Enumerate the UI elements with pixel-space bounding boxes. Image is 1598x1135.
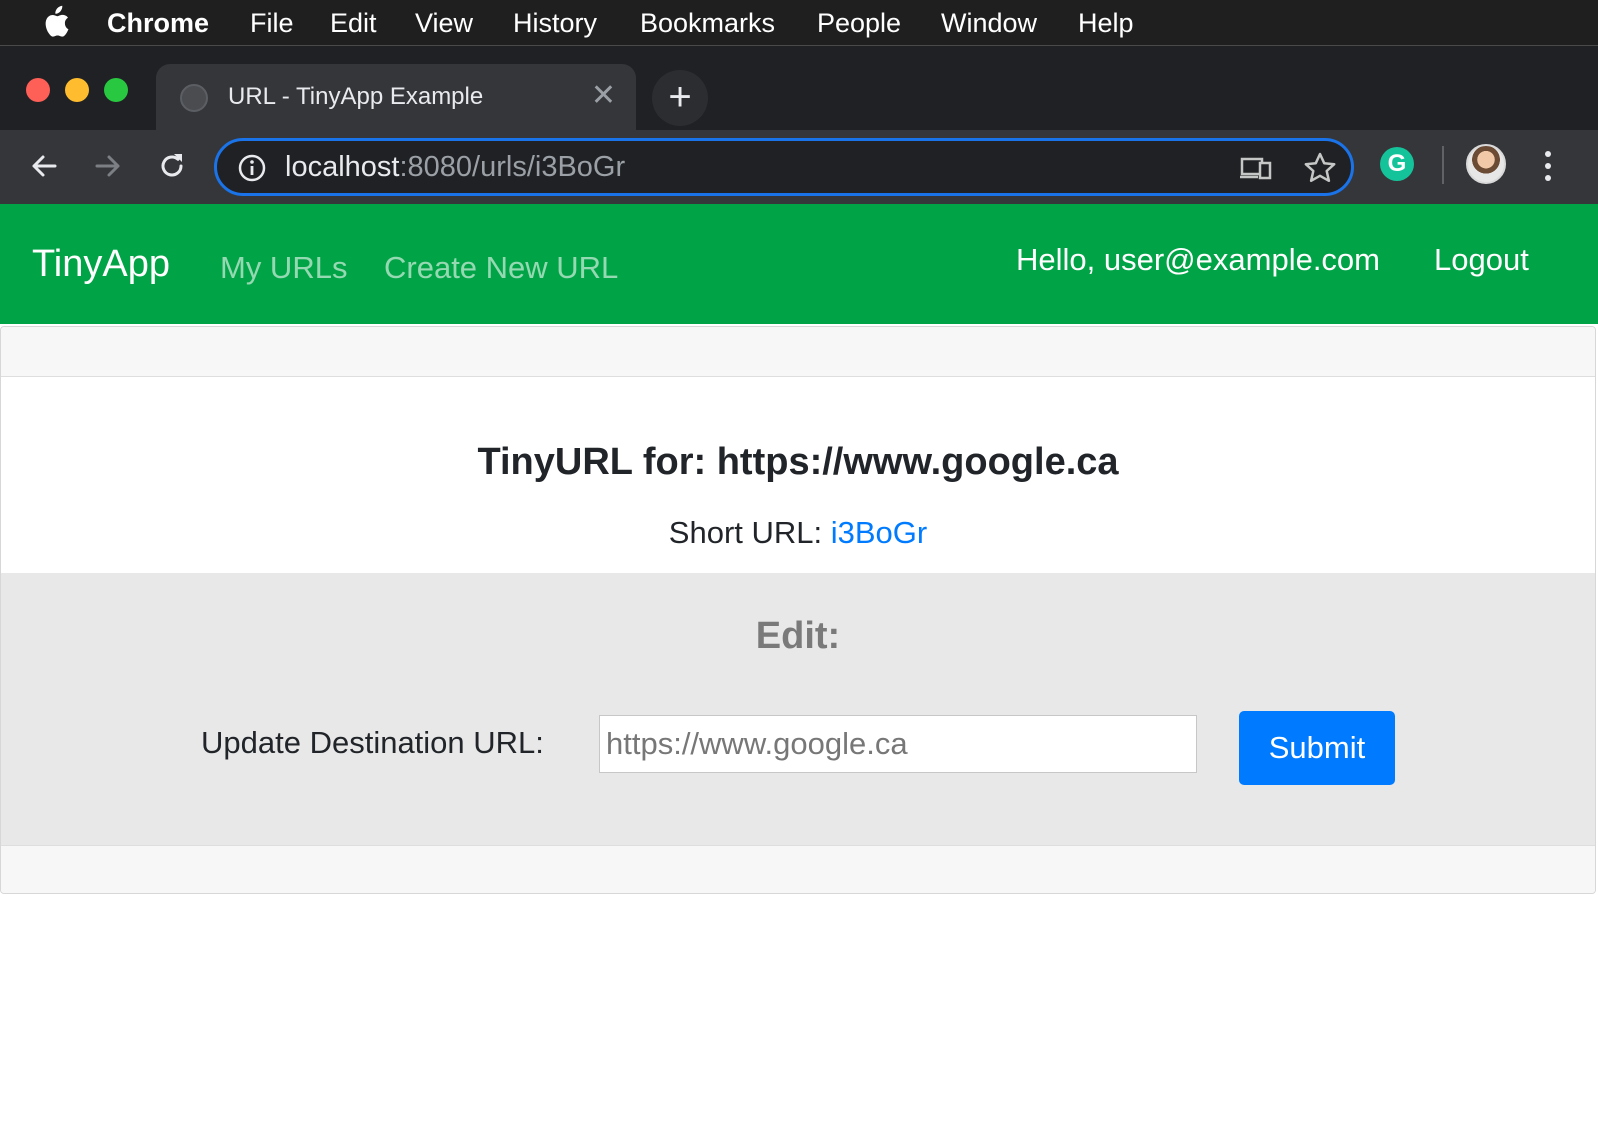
apple-icon[interactable]	[40, 5, 70, 39]
card-footer	[1, 845, 1595, 893]
short-url-line: Short URL: i3BoGr	[1, 513, 1595, 553]
grammarly-extension-icon[interactable]: G	[1380, 147, 1414, 181]
logout-link[interactable]: Logout	[1434, 240, 1529, 280]
new-tab-button[interactable]: +	[652, 70, 708, 126]
globe-icon	[180, 84, 208, 112]
reload-icon	[161, 154, 183, 177]
browser-window: URL - TinyApp Example ✕ + localhost:8080…	[0, 45, 1598, 1135]
address-path: :8080/urls/i3BoGr	[399, 151, 626, 183]
reload-button[interactable]	[150, 144, 194, 188]
menu-view[interactable]: View	[415, 6, 473, 40]
edit-section: Edit: Update Destination URL: Submit	[1, 573, 1595, 845]
submit-button[interactable]: Submit	[1239, 711, 1395, 785]
update-url-label: Update Destination URL:	[201, 725, 544, 760]
tab-title: URL - TinyApp Example	[228, 83, 484, 110]
browser-toolbar: localhost:8080/urls/i3BoGr G	[0, 130, 1598, 204]
user-greeting: Hello, user@example.com	[1016, 242, 1380, 277]
edit-heading: Edit:	[755, 615, 841, 657]
short-url-label: Short URL:	[668, 515, 831, 550]
info-icon[interactable]	[237, 153, 267, 183]
menu-people[interactable]: People	[817, 6, 901, 40]
menu-bookmarks[interactable]: Bookmarks	[640, 6, 775, 40]
active-tab[interactable]: URL - TinyApp Example ✕	[156, 64, 636, 130]
card-title: TinyURL for: https://www.google.ca	[477, 441, 1119, 483]
long-url-input[interactable]	[599, 715, 1197, 773]
nav-create-new-url[interactable]: Create New URL	[384, 248, 618, 288]
devices-icon[interactable]	[1239, 153, 1273, 183]
menu-file[interactable]: File	[250, 6, 294, 40]
short-url-link[interactable]: i3BoGr	[831, 515, 927, 550]
url-card: TinyURL for: https://www.google.ca Short…	[0, 326, 1596, 894]
nav-my-urls[interactable]: My URLs	[220, 248, 347, 288]
profile-avatar[interactable]	[1466, 144, 1506, 184]
site-navbar: TinyApp My URLs Create New URL Hello, us…	[0, 204, 1598, 324]
menu-help[interactable]: Help	[1078, 6, 1134, 40]
back-button[interactable]	[22, 144, 66, 188]
tab-strip: URL - TinyApp Example ✕ +	[0, 46, 1598, 130]
toolbar-divider	[1442, 146, 1444, 184]
arrow-left-icon	[32, 155, 57, 177]
more-menu-icon[interactable]	[1536, 146, 1560, 186]
macos-menu-bar: Chrome File Edit View History Bookmarks …	[0, 0, 1598, 45]
card-header	[1, 327, 1595, 377]
address-bar[interactable]: localhost:8080/urls/i3BoGr	[214, 138, 1354, 196]
arrow-right-icon	[95, 155, 120, 177]
brand-link[interactable]: TinyApp	[32, 240, 170, 288]
address-host: localhost	[285, 151, 400, 183]
close-window-button[interactable]	[26, 78, 50, 102]
address-url: localhost:8080/urls/i3BoGr	[285, 149, 625, 185]
tab-close-icon[interactable]: ✕	[591, 78, 616, 114]
menu-edit[interactable]: Edit	[330, 6, 377, 40]
menu-app-name[interactable]: Chrome	[107, 6, 209, 40]
page-content: TinyApp My URLs Create New URL Hello, us…	[0, 204, 1598, 1135]
minimize-window-button[interactable]	[65, 78, 89, 102]
menu-history[interactable]: History	[513, 6, 597, 40]
forward-button[interactable]	[86, 144, 130, 188]
menu-window[interactable]: Window	[941, 6, 1037, 40]
card-body: TinyURL for: https://www.google.ca Short…	[1, 377, 1595, 573]
zoom-window-button[interactable]	[104, 78, 128, 102]
bookmark-star-icon[interactable]	[1303, 151, 1337, 185]
